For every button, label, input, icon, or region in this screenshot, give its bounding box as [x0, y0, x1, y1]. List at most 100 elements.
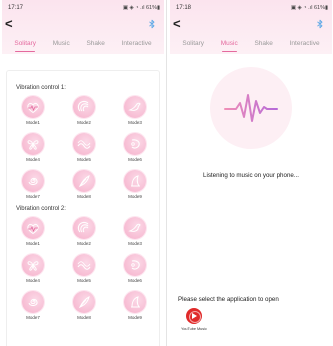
hook-icon: [131, 139, 140, 149]
mode-button-2-6[interactable]: Mode6: [115, 254, 155, 286]
sound-wave-icon: [224, 94, 278, 122]
mode-button-2-1[interactable]: Mode1: [13, 217, 53, 249]
mode-circle: [73, 96, 95, 118]
bluetooth-icon[interactable]: [148, 19, 156, 29]
ripple-icon: [77, 221, 89, 233]
tab-music[interactable]: Music: [53, 38, 70, 52]
swirl-icon: [28, 177, 38, 185]
mode-label: Mode6: [128, 278, 142, 283]
mode-label: Mode3: [128, 241, 142, 246]
tab-solitary[interactable]: Solitary: [14, 38, 36, 52]
mode-button-1-8[interactable]: Mode8: [64, 170, 104, 202]
mode-button-2-5[interactable]: Mode5: [64, 254, 104, 286]
tab-music[interactable]: Music: [221, 38, 238, 52]
bluetooth-icon[interactable]: [316, 19, 324, 29]
mode-circle: [124, 291, 146, 313]
screen-divider: [166, 0, 167, 346]
mode-label: Mode5: [77, 157, 91, 162]
sail-icon: [131, 296, 140, 308]
mode-circle: [22, 133, 44, 155]
hook-icon: [131, 260, 140, 270]
mode-button-1-1[interactable]: Mode1: [13, 96, 53, 128]
mode-circle: [124, 170, 146, 192]
app-label: YouTube Music: [181, 327, 207, 331]
mode-circle: [22, 217, 44, 239]
mode-circle: [124, 217, 146, 239]
mode-circle: [73, 291, 95, 313]
wave-icon: [77, 261, 91, 270]
mode-circle: [73, 254, 95, 276]
ripple-icon: [77, 100, 89, 112]
wave-icon: [77, 140, 91, 149]
mode-label: Mode5: [77, 278, 91, 283]
sail-icon: [131, 175, 140, 187]
tab-interactive[interactable]: Interactive: [122, 38, 152, 52]
dolphin-icon: [128, 223, 141, 232]
mode-label: Mode4: [26, 278, 40, 283]
tab-bar: Solitary Music Shake Interactive: [170, 38, 332, 52]
dolphin-icon: [128, 102, 141, 111]
mode-label: Mode1: [26, 120, 40, 125]
mode-button-2-8[interactable]: Mode8: [64, 291, 104, 323]
status-icons: ▣ ◈ ◔ .ıl 61%▮: [290, 5, 328, 11]
mode-button-1-6[interactable]: Mode6: [115, 133, 155, 165]
select-app-prompt: Please select the application to open: [178, 296, 279, 303]
mode-label: Mode7: [26, 194, 40, 199]
back-button[interactable]: <: [173, 17, 181, 30]
mode-button-1-3[interactable]: Mode3: [115, 96, 155, 128]
mode-circle: [22, 170, 44, 192]
youtube-music-icon: [186, 308, 202, 324]
mode-button-2-2[interactable]: Mode2: [64, 217, 104, 249]
listening-status: Listening to music on your phone...: [203, 172, 299, 179]
mode-label: Mode3: [128, 120, 142, 125]
heart-wave-icon: [27, 102, 39, 114]
mode-circle: [124, 254, 146, 276]
tab-bar: Solitary Music Shake Interactive: [2, 38, 164, 52]
mode-label: Mode9: [128, 194, 142, 199]
status-bar: 17:18 ▣ ◈ ◔ .ıl 61%▮: [174, 4, 328, 14]
feather-icon: [78, 296, 90, 309]
status-time: 17:18: [176, 5, 192, 11]
section-title-control-2: Vibration control 2:: [16, 206, 66, 212]
mode-button-1-4[interactable]: Mode4: [13, 133, 53, 165]
mode-label: Mode7: [26, 315, 40, 320]
mode-button-2-4[interactable]: Mode4: [13, 254, 53, 286]
mode-circle: [73, 133, 95, 155]
mode-button-2-9[interactable]: Mode9: [115, 291, 155, 323]
butterfly-icon: [27, 261, 39, 271]
mode-circle: [22, 291, 44, 313]
mode-button-1-5[interactable]: Mode5: [64, 133, 104, 165]
mode-label: Mode4: [26, 157, 40, 162]
tab-shake[interactable]: Shake: [86, 38, 104, 52]
swirl-icon: [28, 298, 38, 306]
mode-circle: [73, 217, 95, 239]
butterfly-icon: [27, 140, 39, 150]
section-title-control-1: Vibration control 1:: [16, 85, 66, 91]
mode-button-1-9[interactable]: Mode9: [115, 170, 155, 202]
tab-solitary[interactable]: Solitary: [182, 38, 204, 52]
feather-icon: [78, 175, 90, 188]
youtube-music-app[interactable]: YouTube Music: [178, 308, 210, 344]
mode-label: Mode8: [77, 194, 91, 199]
mode-button-2-7[interactable]: Mode7: [13, 291, 53, 323]
mode-label: Mode6: [128, 157, 142, 162]
mode-button-2-3[interactable]: Mode3: [115, 217, 155, 249]
tab-shake[interactable]: Shake: [254, 38, 272, 52]
status-icons: ▣ ◈ ◔ .ıl 61%▮: [122, 5, 160, 11]
mode-label: Mode1: [26, 241, 40, 246]
mode-circle: [124, 96, 146, 118]
status-bar: 17:17 ▣ ◈ ◔ .ıl 61%▮: [6, 4, 160, 14]
heart-wave-icon: [27, 223, 39, 235]
tab-interactive[interactable]: Interactive: [290, 38, 320, 52]
mode-button-1-2[interactable]: Mode2: [64, 96, 104, 128]
vibration-panel: Vibration control 1: Vibration control 2…: [6, 70, 160, 346]
mode-circle: [73, 170, 95, 192]
mode-label: Mode2: [77, 120, 91, 125]
music-screen: 17:18 ▣ ◈ ◔ .ıl 61%▮ < Solitary Music Sh…: [170, 0, 332, 346]
mode-label: Mode2: [77, 241, 91, 246]
mode-circle: [22, 254, 44, 276]
mode-button-1-7[interactable]: Mode7: [13, 170, 53, 202]
app-header: 17:18 ▣ ◈ ◔ .ıl 61%▮ < Solitary Music Sh…: [170, 0, 332, 54]
back-button[interactable]: <: [5, 17, 13, 30]
mode-label: Mode8: [77, 315, 91, 320]
